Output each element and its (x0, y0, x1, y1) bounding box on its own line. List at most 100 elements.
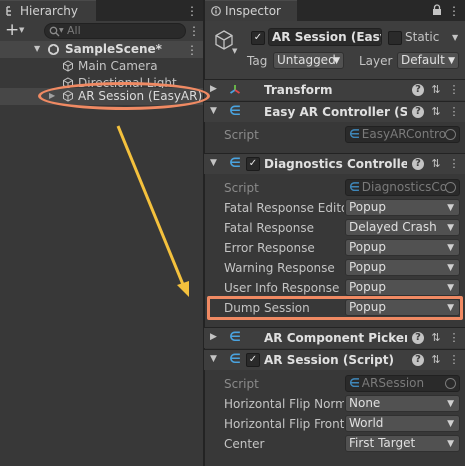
component-title: Transform (264, 83, 333, 97)
field-label-fatal-response: Fatal Response (224, 221, 314, 235)
collapse-arrow-icon[interactable]: ▼ (210, 106, 217, 116)
component-header-buttons: ? ⇅ ⋮ (411, 83, 461, 97)
dropdown-fatal-response-editor[interactable]: Popup ▼ (345, 199, 460, 216)
object-target-icon[interactable] (445, 182, 456, 193)
collapse-arrow-icon[interactable]: ▼ (210, 158, 217, 168)
scene-more-icon[interactable]: ⋮ (186, 43, 198, 57)
caret-down-icon: ▼ (447, 283, 454, 293)
static-checkbox[interactable] (388, 31, 402, 45)
hierarchy-item-label: Main Camera (78, 59, 158, 73)
component-title: Easy AR Controller (Sc (264, 105, 407, 119)
script-label: Script (224, 377, 259, 391)
more-icon[interactable]: ⋮ (447, 83, 461, 97)
more-icon[interactable]: ⋮ (447, 105, 461, 119)
tag-label: Tag (247, 54, 268, 68)
search-placeholder: All (67, 24, 81, 37)
component-enabled-checkbox[interactable]: ✓ (246, 157, 260, 171)
object-target-icon[interactable] (445, 129, 456, 140)
more-icon[interactable]: ⋮ (447, 353, 461, 367)
component-header-ar-component-picker[interactable]: ▶ ∈ AR Component Picker ( ? ⇅ ⋮ (204, 327, 465, 348)
script-label: Script (224, 128, 259, 142)
dropdown-user-info-response[interactable]: Popup ▼ (345, 279, 460, 296)
field-label-user-info-response: User Info Response (224, 281, 340, 295)
component-title: AR Component Picker ( (264, 331, 407, 345)
gameobject-icon-caret-icon[interactable]: ▼ (232, 47, 237, 55)
dropdown-value: Popup (349, 280, 386, 294)
script-icon: ∈ (229, 352, 241, 367)
settings-icon[interactable]: ⇅ (429, 353, 443, 367)
object-name-input[interactable]: AR Session (EasyA (268, 28, 382, 46)
object-header: ▼ ✓ AR Session (EasyA Static ▼ Tag Untag… (205, 21, 465, 80)
tag-dropdown[interactable]: Untagged ▼ (273, 52, 344, 69)
script-field[interactable]: ∈ ARSession (345, 375, 460, 392)
settings-icon[interactable]: ⇅ (429, 105, 443, 119)
script-icon: ∈ (229, 104, 241, 119)
caret-down-icon: ▼ (447, 399, 454, 409)
help-icon[interactable]: ? (412, 332, 424, 344)
script-icon: ∈ (349, 127, 360, 141)
component-enabled-checkbox[interactable]: ✓ (246, 353, 260, 367)
object-target-icon[interactable] (445, 378, 456, 389)
static-dropdown-caret-icon[interactable]: ▼ (452, 33, 458, 42)
dropdown-horizontal-flip-normal[interactable]: None ▼ (345, 395, 460, 412)
settings-icon[interactable]: ⇅ (429, 83, 443, 97)
hierarchy-toolbar-more-icon[interactable]: ⋮ (188, 24, 200, 38)
script-value: ARSession (361, 376, 425, 390)
caret-down-icon: ▼ (447, 419, 454, 429)
scene-icon (47, 43, 60, 59)
help-icon[interactable]: ? (412, 354, 424, 366)
component-header-transform[interactable]: ▶ Transform ? ⇅ ⋮ (204, 79, 465, 100)
dropdown-value: Popup (349, 200, 386, 214)
lock-icon[interactable] (432, 4, 442, 19)
script-value: DiagnosticsCo (361, 180, 448, 194)
hierarchy-item-main-camera[interactable]: Main Camera (0, 58, 203, 75)
static-label: Static (405, 30, 440, 44)
tab-inspector[interactable]: Inspector (205, 0, 297, 21)
help-icon[interactable]: ? (412, 158, 424, 170)
dropdown-horizontal-flip-front[interactable]: World ▼ (345, 415, 460, 432)
layer-dropdown[interactable]: Default ▼ (397, 52, 459, 69)
hierarchy-panel: Hierarchy ⋮ + ▼ ▼ All ⋮ ▼ SampleScene* ⋮… (0, 0, 203, 466)
dropdown-warning-response[interactable]: Popup ▼ (345, 259, 460, 276)
component-header-easyar-controller[interactable]: ▼ ∈ Easy AR Controller (Sc ? ⇅ ⋮ (204, 101, 465, 122)
settings-icon[interactable]: ⇅ (429, 157, 443, 171)
scene-expand-arrow-icon[interactable]: ▼ (34, 44, 40, 53)
component-header-buttons: ? ⇅ ⋮ (411, 353, 461, 367)
component-header-buttons: ? ⇅ ⋮ (411, 331, 461, 345)
expand-arrow-icon[interactable]: ▶ (210, 332, 217, 342)
dropdown-value: Delayed Crash (349, 220, 437, 234)
add-dropdown-caret-icon[interactable]: ▼ (19, 26, 24, 34)
settings-icon[interactable]: ⇅ (429, 331, 443, 345)
collapse-arrow-icon[interactable]: ▼ (210, 354, 217, 364)
script-icon: ∈ (229, 156, 241, 171)
caret-down-icon: ▼ (447, 439, 454, 449)
field-label-warning-response: Warning Response (224, 261, 335, 275)
component-header-ar-session[interactable]: ▼ ∈ ✓ AR Session (Script) ? ⇅ ⋮ (204, 349, 465, 370)
expand-arrow-icon[interactable]: ▶ (210, 84, 217, 94)
search-input[interactable]: ▼ All (44, 23, 186, 39)
script-field[interactable]: ∈ EasyARContro (345, 126, 460, 143)
inspector-more-icon[interactable]: ⋮ (448, 4, 460, 18)
scene-row[interactable]: ▼ SampleScene* ⋮ (0, 41, 203, 58)
tab-hierarchy[interactable]: Hierarchy (0, 0, 96, 21)
script-field[interactable]: ∈ DiagnosticsCo (345, 179, 460, 196)
search-dropdown-caret-icon: ▼ (59, 27, 64, 34)
hierarchy-toolbar: + ▼ ▼ All ⋮ (0, 20, 203, 41)
more-icon[interactable]: ⋮ (447, 331, 461, 345)
dropdown-center[interactable]: First Target ▼ (345, 435, 460, 452)
hierarchy-more-icon[interactable]: ⋮ (186, 4, 198, 18)
help-icon[interactable]: ? (412, 84, 424, 96)
more-icon[interactable]: ⋮ (447, 157, 461, 171)
dropdown-fatal-response[interactable]: Delayed Crash ▼ (345, 219, 460, 236)
help-icon[interactable]: ? (412, 106, 424, 118)
field-label-error-response: Error Response (224, 241, 315, 255)
component-header-buttons: ? ⇅ ⋮ (411, 105, 461, 119)
component-header-diagnostics-controller[interactable]: ▼ ∈ ✓ Diagnostics Controller ? ⇅ ⋮ (204, 153, 465, 174)
dropdown-error-response[interactable]: Popup ▼ (345, 239, 460, 256)
add-icon[interactable]: + (5, 20, 19, 40)
dropdown-value: Popup (349, 240, 386, 254)
caret-down-icon: ▼ (333, 56, 340, 66)
dropdown-value: None (349, 396, 381, 410)
caret-down-icon: ▼ (447, 203, 454, 213)
active-checkbox[interactable]: ✓ (251, 31, 265, 45)
